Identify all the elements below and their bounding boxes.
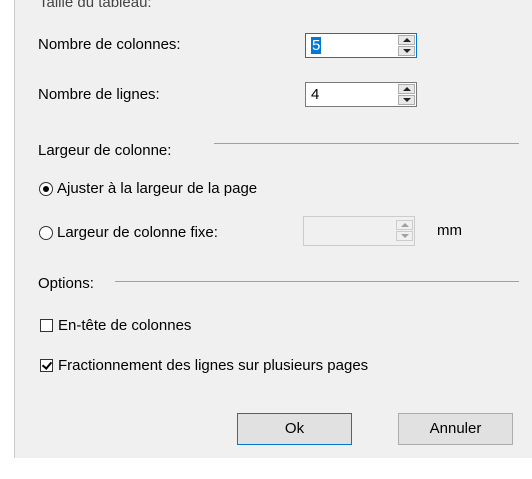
chevron-up-icon [401,223,409,227]
fixed-width-decrement-button[interactable] [396,231,413,241]
fixed-width-stepper[interactable] [303,216,415,246]
split-rows-label[interactable]: Fractionnement des lignes sur plusieurs … [58,357,368,375]
chevron-down-icon [403,98,411,102]
checkmark-icon [41,359,53,370]
chevron-up-icon [403,38,411,42]
group-divider [115,281,519,282]
columns-label: Nombre de colonnes: [38,36,181,53]
options-group-label: Options: [38,275,94,292]
rows-increment-button[interactable] [398,84,415,94]
chevron-up-icon [403,87,411,91]
columns-value[interactable]: 5 [311,37,322,55]
rows-decrement-button[interactable] [398,95,415,105]
fixed-width-radio[interactable] [39,226,53,240]
chevron-down-icon [401,234,409,238]
columns-stepper[interactable]: 5 [305,33,417,58]
columns-decrement-button[interactable] [398,46,415,56]
fixed-width-increment-button[interactable] [396,220,413,230]
columns-increment-button[interactable] [398,35,415,45]
fixed-width-label[interactable]: Largeur de colonne fixe: [57,224,218,242]
rows-value[interactable]: 4 [311,86,319,104]
split-rows-checkbox[interactable] [40,359,53,372]
chevron-down-icon [403,49,411,53]
column-header-checkbox[interactable] [40,319,53,332]
cancel-button[interactable]: Annuler [398,413,513,445]
table-dialog: Taille du tableau: Nombre de colonnes: 5… [14,0,532,458]
table-size-section-label: Taille du tableau: [39,0,152,11]
fit-page-label[interactable]: Ajuster à la largeur de la page [57,180,257,198]
rows-label: Nombre de lignes: [38,86,160,103]
column-width-group-label: Largeur de colonne: [38,142,172,159]
unit-label: mm [437,222,462,239]
rows-stepper[interactable]: 4 [305,82,417,107]
ok-button[interactable]: Ok [237,413,352,445]
fit-page-radio[interactable] [39,182,53,196]
column-header-label[interactable]: En-tête de colonnes [58,317,191,335]
radio-selected-dot [43,186,49,192]
group-divider [214,143,519,144]
